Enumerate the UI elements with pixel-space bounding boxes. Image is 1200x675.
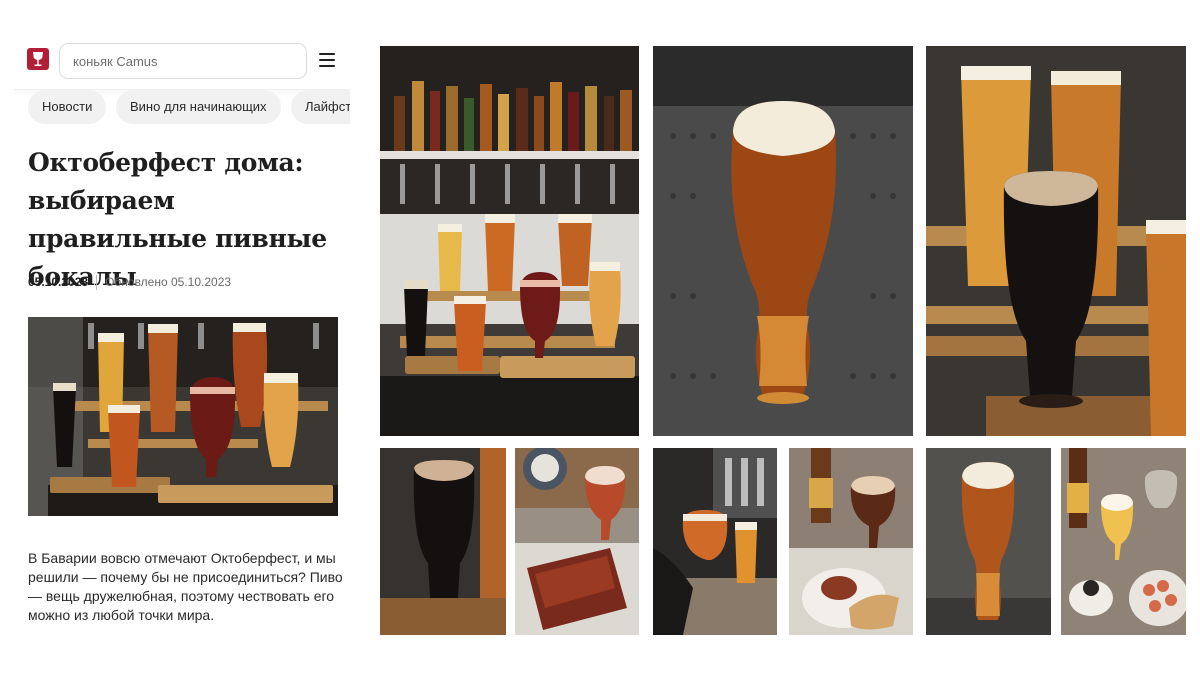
photo-ipa-glass-small[interactable]	[926, 448, 1051, 635]
chip-news[interactable]: Новости	[28, 90, 107, 124]
publish-date: 05.10.2023	[28, 275, 89, 289]
chip-lifestyle[interactable]: Лайфст	[291, 90, 350, 124]
photo-amber-ipa-glass[interactable]	[653, 46, 913, 436]
photo-beer-with-shrimp[interactable]	[1061, 448, 1186, 635]
article-lead: В Баварии вовсю отмечают Октоберфест, и …	[28, 550, 343, 623]
photo-stout-flight[interactable]	[926, 46, 1186, 436]
updated-date: Обновлено 05.10.2023	[105, 275, 232, 289]
article-meta: 05.10.2023 Обновлено 05.10.2023	[28, 274, 232, 291]
site-header	[14, 30, 350, 90]
category-chips: Новости Вино для начинающих Лайфст	[28, 90, 350, 128]
photo-pouring-beer[interactable]	[653, 448, 777, 635]
article-panel: Новости Вино для начинающих Лайфст Октоб…	[14, 30, 350, 635]
photo-tap-bar-flight[interactable]	[380, 46, 639, 436]
hero-image[interactable]	[28, 317, 338, 516]
photo-beer-with-ribs[interactable]	[515, 448, 639, 635]
search-field[interactable]	[59, 43, 307, 79]
meta-divider	[96, 275, 98, 291]
wine-glass-logo-icon[interactable]	[27, 48, 49, 70]
hamburger-menu-icon[interactable]	[319, 53, 335, 67]
search-input[interactable]	[60, 44, 306, 78]
photo-beer-with-tartare[interactable]	[789, 448, 913, 635]
chip-wine-for-beginners[interactable]: Вино для начинающих	[116, 90, 281, 124]
photo-stout-closeup[interactable]	[380, 448, 506, 635]
